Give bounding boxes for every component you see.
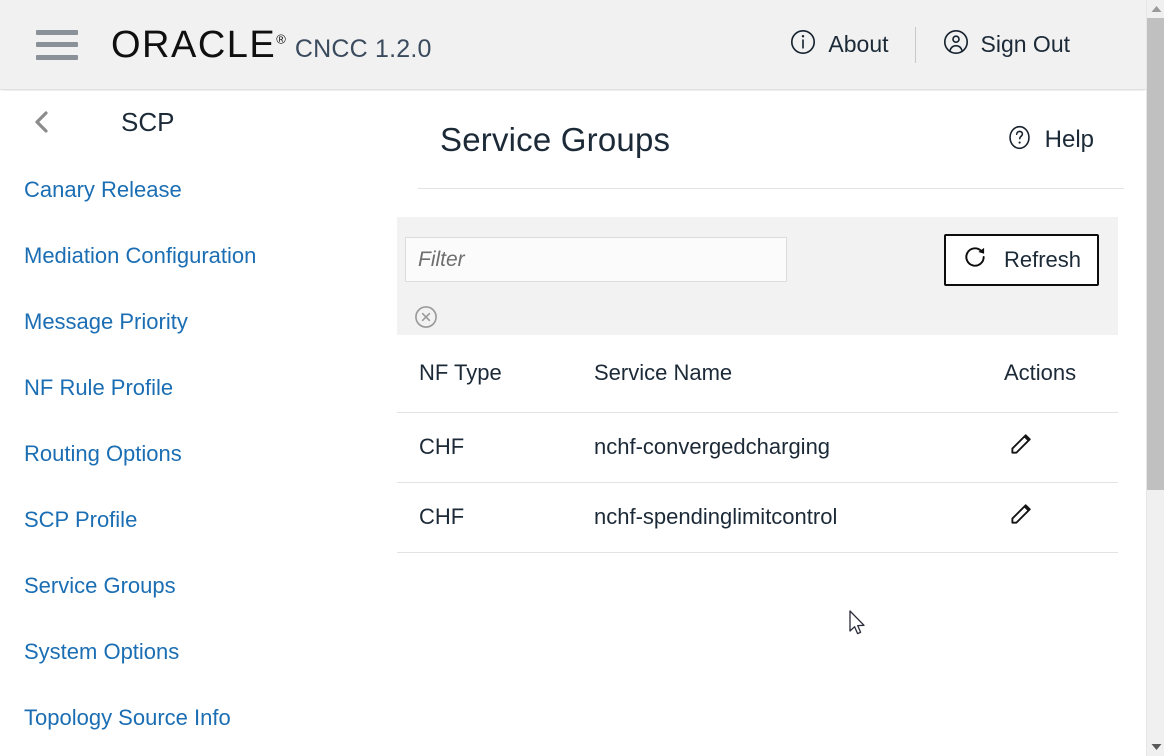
scroll-up-arrow-icon[interactable]	[1147, 0, 1164, 18]
cell-actions	[989, 411, 1118, 482]
refresh-label: Refresh	[1003, 247, 1082, 272]
page-header: Service Groups Help	[418, 91, 1124, 189]
sidebar-header: SCP	[0, 91, 395, 153]
sidebar-title: SCP	[121, 106, 175, 137]
edit-pencil-icon[interactable]	[1007, 430, 1035, 458]
help-label: Help	[1044, 125, 1094, 153]
scrollbar-thumb[interactable]	[1147, 18, 1164, 490]
table-body: CHF nchf-convergedcharging CHF nchf-spen	[397, 411, 1118, 553]
sidebar-item-nf-rule-profile[interactable]: NF Rule Profile	[0, 355, 395, 421]
sidebar-item-routing-options[interactable]: Routing Options	[0, 421, 395, 487]
hamburger-line	[36, 29, 78, 35]
page-title: Service Groups	[440, 120, 671, 158]
cell-service-name: nchf-spendinglimitcontrol	[594, 481, 989, 553]
column-header-service-name: Service Name	[594, 360, 733, 386]
about-button[interactable]: About	[775, 28, 902, 61]
sidebar-menu-list: Canary Release Mediation Configuration M…	[0, 153, 395, 751]
cell-nf-type: CHF	[397, 411, 594, 482]
question-circle-icon	[1006, 124, 1033, 156]
hamburger-line	[36, 54, 78, 60]
sidebar-navigation: SCP Canary Release Mediation Configurati…	[0, 91, 396, 756]
scroll-down-arrow-icon[interactable]	[1147, 738, 1164, 756]
application-window: ORACLE® CNCC 1.2.0 About Sign Out SCP Ca…	[0, 0, 1164, 756]
sidebar-item-scp-profile[interactable]: SCP Profile	[0, 487, 395, 553]
sidebar-item-system-options[interactable]: System Options	[0, 619, 395, 685]
registered-mark: ®	[276, 30, 286, 46]
info-circle-icon	[789, 28, 817, 61]
sidebar-item-mediation-configuration[interactable]: Mediation Configuration	[0, 223, 395, 289]
cell-service-name: nchf-convergedcharging	[594, 411, 989, 482]
app-version-label: CNCC 1.2.0	[294, 34, 432, 63]
oracle-wordmark: ORACLE®	[111, 26, 286, 64]
sign-out-button[interactable]: Sign Out	[928, 28, 1085, 61]
column-header-actions: Actions	[1004, 360, 1077, 386]
cell-nf-type: CHF	[397, 481, 594, 553]
clear-circle-x-icon[interactable]	[413, 304, 439, 330]
chevron-left-icon[interactable]	[30, 110, 54, 134]
sign-out-label: Sign Out	[980, 31, 1071, 57]
main-content-area: Service Groups Help Filter Refresh NF Ty…	[396, 91, 1146, 756]
user-circle-icon	[942, 28, 970, 61]
hamburger-line	[36, 42, 78, 47]
refresh-circular-arrow-icon	[962, 244, 988, 276]
oracle-wordmark-text: ORACLE	[111, 23, 277, 66]
table-header-row: NF Type Service Name Actions	[397, 335, 1118, 412]
top-header-bar: ORACLE® CNCC 1.2.0 About Sign Out	[0, 0, 1146, 90]
help-button[interactable]: Help	[1006, 124, 1094, 156]
filter-input[interactable]	[405, 237, 787, 282]
hamburger-menu-icon[interactable]	[36, 29, 78, 60]
table-toolbar: Refresh	[397, 217, 1118, 335]
header-actions: About Sign Out	[775, 22, 1084, 68]
refresh-button[interactable]: Refresh	[944, 234, 1099, 286]
sidebar-item-service-groups[interactable]: Service Groups	[0, 553, 395, 619]
sidebar-item-message-priority[interactable]: Message Priority	[0, 289, 395, 355]
brand-logo[interactable]: ORACLE® CNCC 1.2.0	[111, 26, 432, 64]
cell-actions	[989, 481, 1118, 553]
table-header: NF Type Service Name Actions	[397, 335, 1118, 412]
table-row[interactable]: CHF nchf-spendinglimitcontrol	[397, 481, 1118, 553]
edit-pencil-icon[interactable]	[1007, 500, 1035, 528]
service-groups-table: NF Type Service Name Actions CHF nchf-co…	[397, 335, 1118, 553]
about-label: About	[828, 31, 889, 57]
sidebar-item-topology-source-info[interactable]: Topology Source Info	[0, 685, 395, 751]
table-row[interactable]: CHF nchf-convergedcharging	[397, 411, 1118, 482]
header-divider	[914, 26, 916, 63]
column-header-nf-type: NF Type	[419, 360, 502, 386]
sidebar-item-canary-release[interactable]: Canary Release	[0, 157, 395, 223]
vertical-scrollbar[interactable]	[1146, 0, 1164, 756]
